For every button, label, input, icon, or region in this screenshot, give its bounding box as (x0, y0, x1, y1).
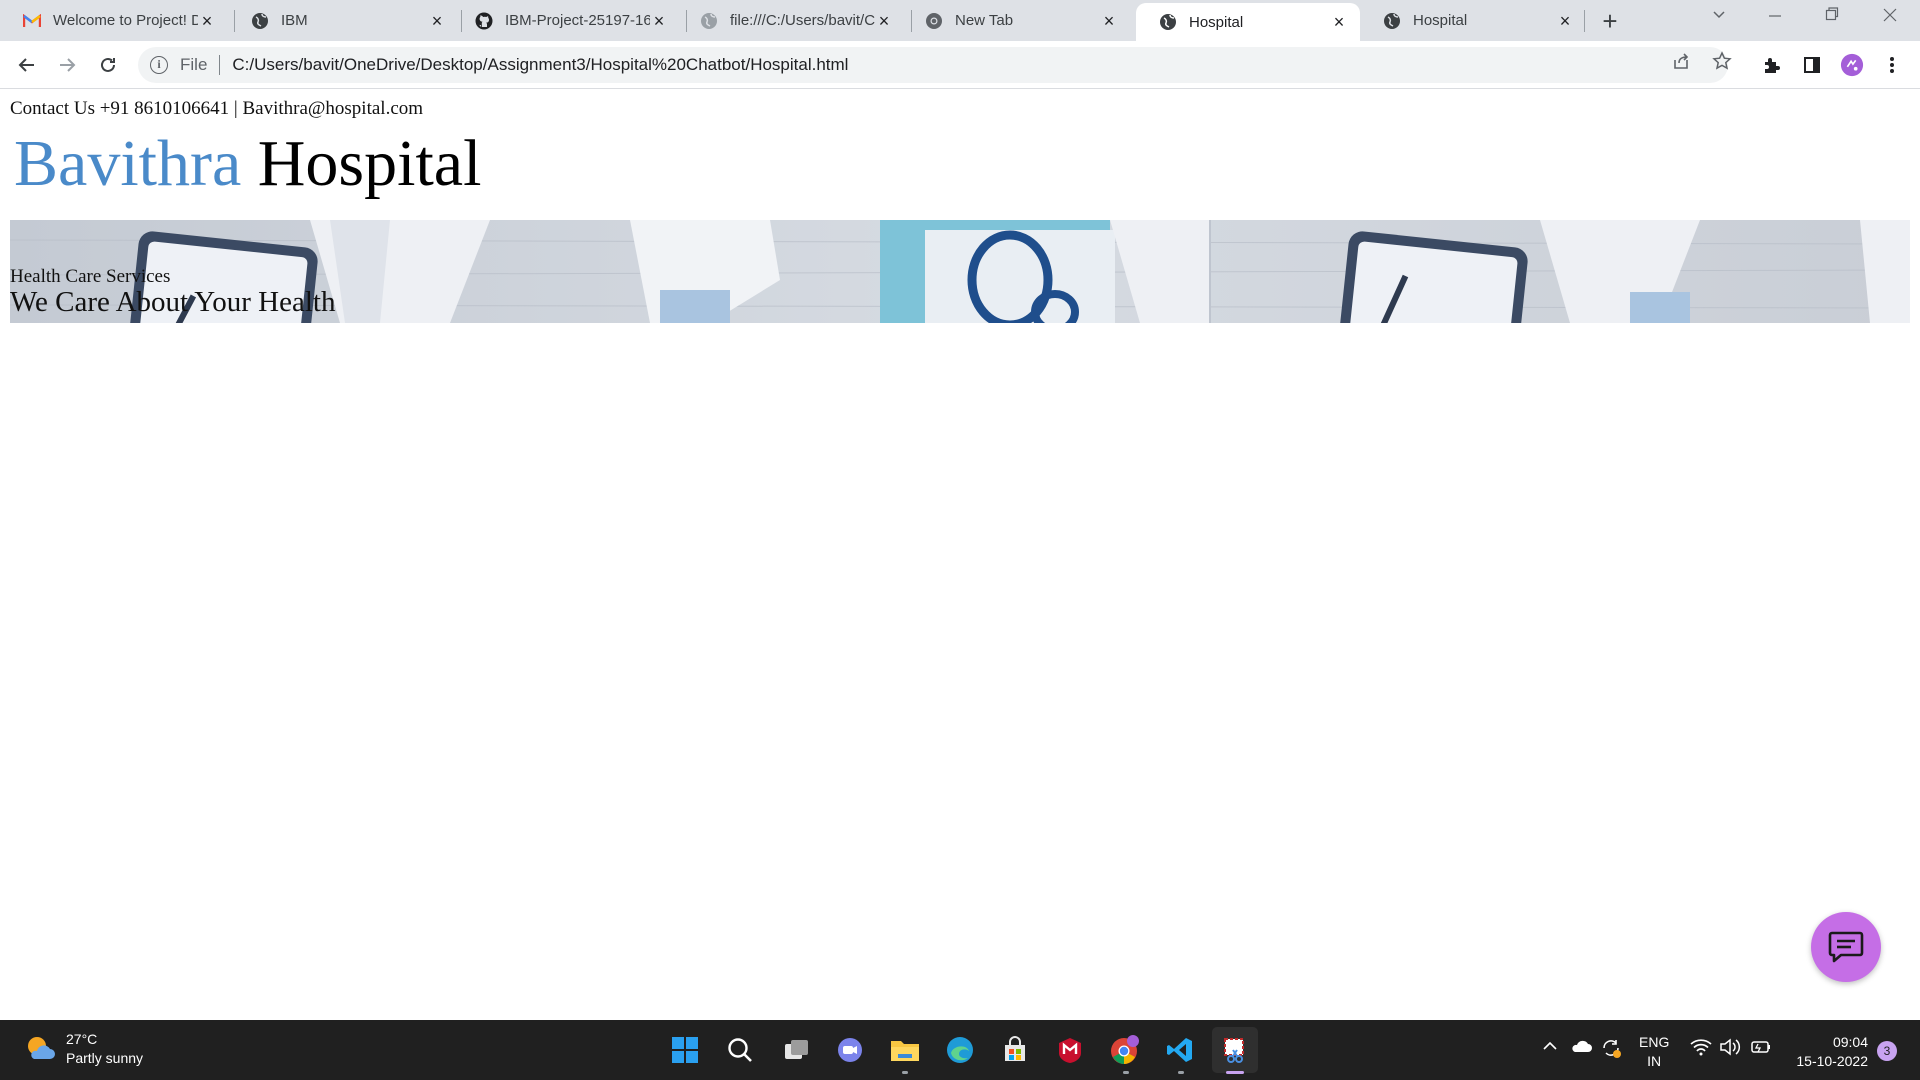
close-icon[interactable]: × (198, 12, 216, 30)
snipping-tool-icon[interactable] (1212, 1027, 1258, 1073)
close-icon[interactable]: × (875, 12, 893, 30)
show-hidden-icons-chevron-icon[interactable] (1542, 1038, 1558, 1059)
browser-toolbar: i File C:/Users/bavit/OneDrive/Desktop/A… (0, 41, 1920, 89)
minimize-button[interactable] (1765, 6, 1785, 27)
chat-icon (1828, 931, 1864, 963)
battery-icon[interactable] (1750, 1038, 1772, 1061)
start-icon[interactable] (667, 1032, 703, 1068)
close-icon[interactable]: × (1330, 13, 1348, 31)
globe-icon (1158, 12, 1178, 32)
tab-gmail[interactable]: Welcome to Project! D × (0, 0, 228, 41)
close-icon[interactable]: × (1556, 12, 1574, 30)
github-icon (474, 11, 494, 31)
onedrive-cloud-icon[interactable] (1570, 1038, 1592, 1059)
volume-icon[interactable] (1719, 1038, 1741, 1061)
brand-name-second: Hospital (257, 127, 482, 200)
url-text[interactable]: C:/Users/bavit/OneDrive/Desktop/Assignme… (232, 55, 848, 75)
contact-info: Contact Us +91 8610106641 | Bavithra@hos… (10, 98, 424, 119)
tab-title: file:///C:/Users/bavit/C (730, 12, 875, 29)
hero-subtitle: Health Care Services (10, 266, 171, 287)
divider (219, 55, 221, 75)
vscode-icon[interactable] (1162, 1032, 1198, 1068)
tab-title: IBM-Project-25197-16 (505, 12, 650, 29)
new-tab-button[interactable]: + (1597, 8, 1623, 35)
side-panel-icon[interactable] (1800, 53, 1824, 77)
tab-file[interactable]: file:///C:/Users/bavit/C × (677, 0, 905, 41)
weather-desc: Partly sunny (66, 1050, 144, 1066)
scheme-label: File (180, 55, 208, 74)
running-indicator (1178, 1071, 1184, 1074)
hero-banner: Health Care Services We Care About Your … (10, 220, 1910, 323)
file-explorer-icon[interactable] (887, 1032, 923, 1068)
close-window-button[interactable] (1880, 6, 1900, 27)
language-code: ENG (1639, 1034, 1670, 1050)
close-icon[interactable]: × (1100, 12, 1118, 30)
forward-button[interactable] (55, 53, 79, 77)
sync-icon[interactable] (1600, 1038, 1622, 1063)
mcafee-icon[interactable] (1052, 1032, 1088, 1068)
weather-widget[interactable]: 27°C Partly sunny (24, 1030, 143, 1068)
tab-hospital[interactable]: Hospital × (1360, 0, 1586, 41)
running-indicator (902, 1071, 908, 1074)
chatbot-button[interactable] (1811, 912, 1881, 982)
active-indicator (1226, 1071, 1244, 1074)
extensions-icon[interactable] (1760, 53, 1784, 77)
search-icon[interactable] (722, 1032, 758, 1068)
clock-date: 15-10-2022 (1796, 1053, 1868, 1069)
globe-icon (1382, 11, 1402, 31)
tab-title: Hospital (1413, 12, 1468, 29)
close-icon[interactable]: × (428, 12, 446, 30)
chrome-icon[interactable] (1107, 1032, 1143, 1068)
language-indicator[interactable]: ENG IN (1639, 1033, 1669, 1071)
windows-taskbar: 27°C Partly sunny ENG IN 09:04 15-10-202… (0, 1020, 1920, 1080)
tab-title: IBM (281, 12, 308, 29)
site-info-icon[interactable]: i (150, 56, 168, 74)
chrome-icon (924, 11, 944, 31)
teams-chat-icon[interactable] (832, 1032, 868, 1068)
globe-icon (699, 11, 719, 31)
edge-icon[interactable] (942, 1032, 978, 1068)
hero-title: We Care About Your Health (10, 286, 336, 318)
region-code: IN (1647, 1053, 1662, 1069)
web-page: Contact Us +91 8610106641 | Bavithra@hos… (0, 90, 1920, 1020)
tab-title: Hospital (1189, 13, 1244, 31)
share-icon[interactable] (1670, 50, 1692, 72)
profile-avatar[interactable] (1840, 53, 1864, 77)
globe-icon (250, 11, 270, 31)
running-indicator (1123, 1071, 1129, 1074)
back-button[interactable] (15, 53, 39, 77)
tab-github[interactable]: IBM-Project-25197-16 × (452, 0, 680, 41)
clock-time: 09:04 (1832, 1034, 1868, 1050)
reload-button[interactable] (96, 53, 120, 77)
notification-badge[interactable]: 3 (1877, 1041, 1897, 1061)
tab-strip: Welcome to Project! D × IBM × IBM-Projec… (0, 0, 1920, 41)
tab-new-tab[interactable]: New Tab × (902, 0, 1130, 41)
weather-temp: 27°C (66, 1031, 98, 1047)
menu-kebab-icon[interactable] (1880, 53, 1904, 77)
tab-title: Welcome to Project! D (53, 12, 198, 29)
task-view-icon[interactable] (778, 1032, 814, 1068)
microsoft-store-icon[interactable] (997, 1032, 1033, 1068)
partly-sunny-icon (28, 1037, 55, 1059)
bookmark-star-icon[interactable] (1711, 50, 1733, 72)
site-brand: Bavithra Hospital (14, 124, 481, 203)
system-clock[interactable]: 09:04 15-10-2022 (1788, 1033, 1868, 1071)
wifi-icon[interactable] (1690, 1038, 1712, 1061)
close-icon[interactable]: × (650, 12, 668, 30)
tab-separator (1584, 10, 1585, 32)
tab-ibm[interactable]: IBM × (228, 0, 458, 41)
tab-search-icon[interactable] (1709, 6, 1729, 27)
brand-name-first: Bavithra (14, 127, 242, 200)
tab-hospital-active[interactable]: Hospital × (1136, 3, 1360, 41)
tab-title: New Tab (955, 12, 1014, 29)
gmail-icon (22, 11, 42, 31)
restore-button[interactable] (1822, 6, 1842, 27)
address-bar[interactable]: i File C:/Users/bavit/OneDrive/Desktop/A… (138, 47, 1728, 83)
